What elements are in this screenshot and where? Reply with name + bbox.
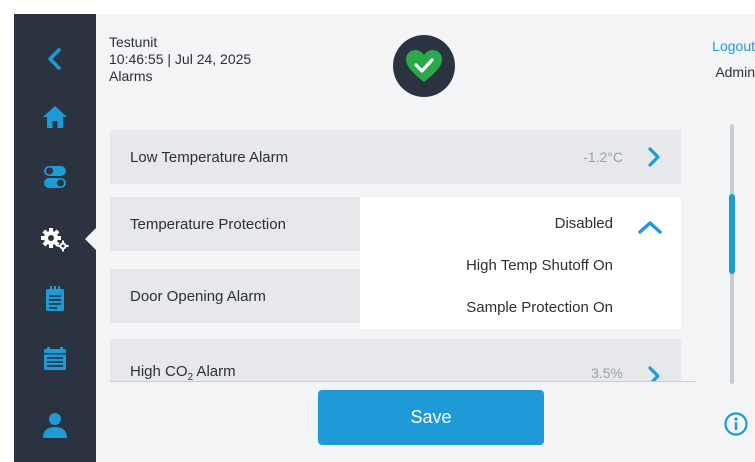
sidebar-item-controls[interactable] xyxy=(14,154,96,200)
save-button[interactable]: Save xyxy=(318,390,544,445)
row-label: Door Opening Alarm xyxy=(130,287,266,305)
sidebar-item-settings[interactable] xyxy=(14,216,97,262)
back-button[interactable] xyxy=(14,36,96,82)
toggle-icon xyxy=(44,166,66,188)
info-icon[interactable] xyxy=(724,412,748,436)
chevron-right-icon xyxy=(648,147,660,167)
row-label: Temperature Protection xyxy=(130,215,286,233)
scrollbar-thumb[interactable] xyxy=(729,194,735,274)
user-label: Admin xyxy=(715,64,755,80)
screen: Testunit 10:46:55 | Jul 24, 2025 Alarms … xyxy=(14,14,755,462)
status-badge[interactable] xyxy=(393,35,455,97)
heart-check-icon xyxy=(406,50,442,82)
dropdown-option[interactable]: High Temp Shutoff On xyxy=(466,257,613,274)
row-label: Low Temperature Alarm xyxy=(130,148,289,166)
home-icon xyxy=(43,106,67,128)
label-tail: Alarm xyxy=(193,363,236,380)
sidebar-item-data[interactable] xyxy=(14,336,96,382)
row-value: 3.5% xyxy=(591,365,623,381)
clipboard-icon xyxy=(46,286,64,311)
user-icon xyxy=(43,413,67,438)
sidebar-item-user[interactable] xyxy=(14,402,96,448)
dropdown-option[interactable]: Sample Protection On xyxy=(466,299,613,316)
temperature-protection-row[interactable]: Temperature Protection xyxy=(110,197,372,251)
device-frame: Testunit 10:46:55 | Jul 24, 2025 Alarms … xyxy=(0,0,755,462)
header-info: Testunit 10:46:55 | Jul 24, 2025 Alarms xyxy=(109,34,251,85)
row-label: High CO2 Alarm xyxy=(130,363,236,381)
unit-name: Testunit xyxy=(109,34,158,50)
logout-link[interactable]: Logout xyxy=(655,38,755,54)
gears-icon xyxy=(41,228,69,252)
high-co2-alarm-row[interactable]: High CO2 Alarm 3.5% xyxy=(110,339,681,381)
datetime: 10:46:55 | Jul 24, 2025 xyxy=(109,51,252,67)
sidebar-item-home[interactable] xyxy=(14,94,96,140)
sidebar-item-log[interactable] xyxy=(14,276,96,322)
door-opening-alarm-row[interactable]: Door Opening Alarm xyxy=(110,269,372,323)
page-title: Alarms xyxy=(109,68,153,84)
active-indicator xyxy=(85,227,97,251)
sidebar xyxy=(14,14,97,462)
calendar-list-icon xyxy=(44,347,66,370)
divider xyxy=(110,381,696,382)
chevron-up-icon[interactable] xyxy=(637,219,663,235)
chevron-left-icon xyxy=(48,48,61,70)
temperature-protection-dropdown: Disabled High Temp Shutoff On Sample Pro… xyxy=(360,197,681,329)
dropdown-selected-value[interactable]: Disabled xyxy=(555,215,613,232)
row-value: -1.2°C xyxy=(583,149,623,165)
chevron-right-icon xyxy=(648,366,660,381)
low-temperature-alarm-row[interactable]: Low Temperature Alarm -1.2°C xyxy=(110,130,681,184)
label-text: High CO xyxy=(130,363,188,380)
